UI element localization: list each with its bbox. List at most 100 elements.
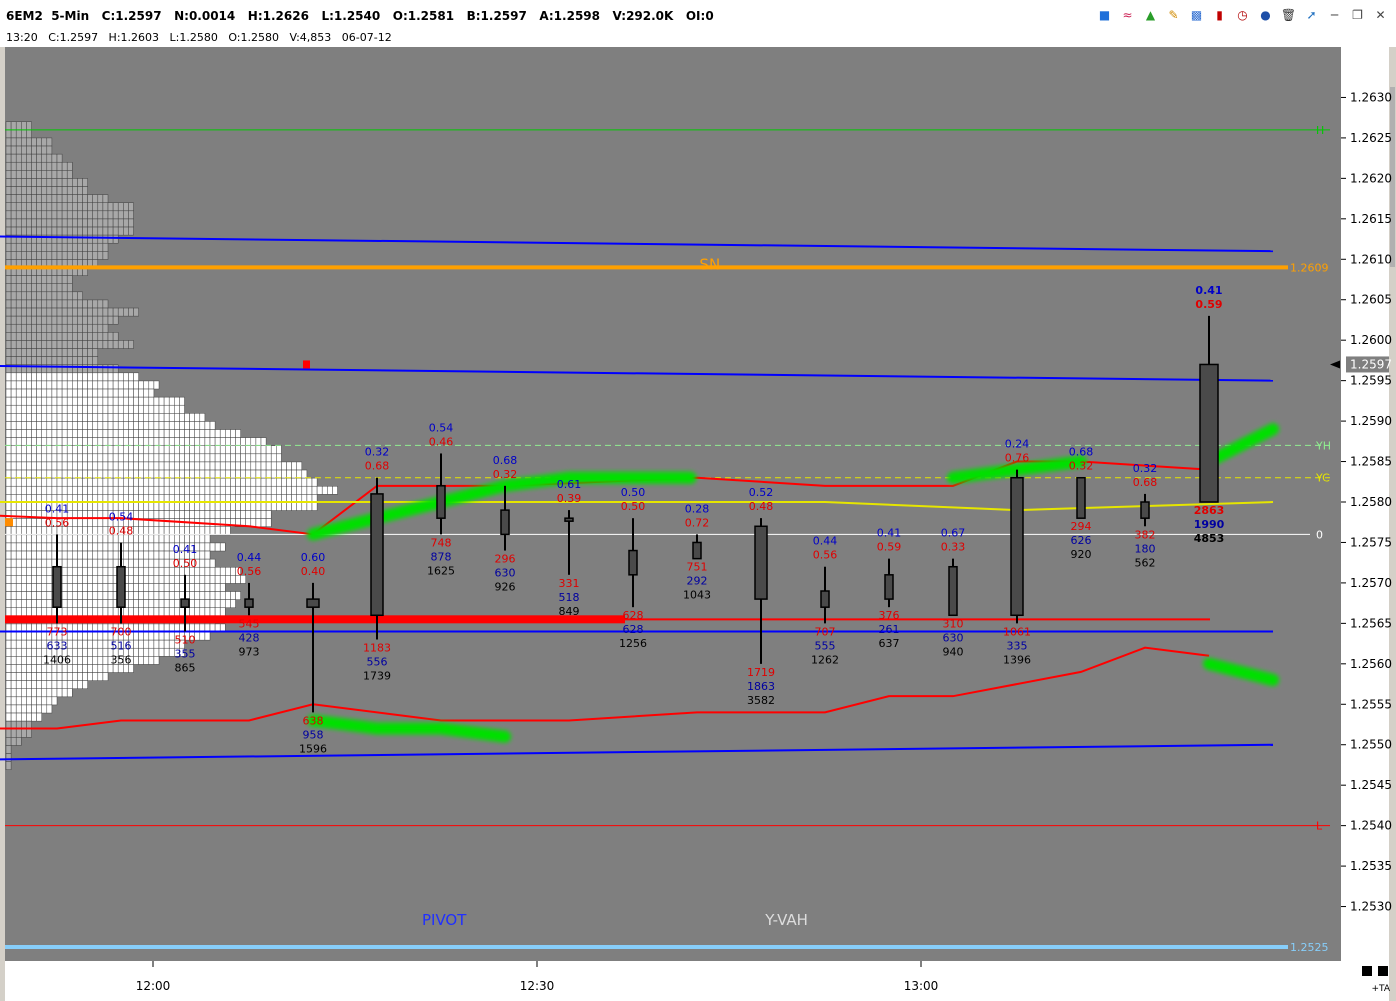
profile-cell [128,421,134,430]
profile-cell [5,161,12,171]
ta-label[interactable]: +TA [1372,984,1391,994]
profile-cell [214,607,221,617]
price-tick-label: 1.2535 [1350,859,1392,873]
profile-cell [56,485,63,495]
profile-cell [143,421,150,430]
profile-cell [82,672,88,681]
reference-line-label: 0 [1316,528,1323,541]
tree-icon[interactable]: ▲ [1141,7,1160,24]
profile-cell [26,502,32,511]
profile-cell [41,332,48,341]
profile-cell [87,299,93,309]
profile-cell [15,656,22,665]
profile-cell [21,647,27,657]
profile-cell [112,404,119,414]
profile-cell [128,404,134,414]
circle-icon[interactable]: ● [1256,7,1275,24]
profile-cell [102,607,109,617]
clock-icon[interactable]: ◷ [1233,7,1252,24]
profile-cell [5,242,12,252]
profile-cell [51,413,58,422]
cube-icon[interactable]: ■ [1095,7,1114,24]
profile-cell [179,477,185,487]
profile-cell [5,251,12,260]
profile-cell [225,526,231,536]
profile-cell [148,534,155,544]
profile-cell [41,453,48,463]
trash-icon[interactable]: 🗑 [1279,7,1298,24]
profile-cell [102,323,109,333]
profile-cell [184,445,190,455]
minimize-icon[interactable]: ─ [1325,7,1344,24]
profile-cell [92,340,99,349]
rainbow-icon[interactable]: ≈ [1118,7,1137,24]
profile-cell [281,469,287,479]
profile-cell [184,413,190,422]
corner-square-left[interactable] [1362,966,1372,976]
profile-cell [10,129,17,139]
profile-cell [15,194,22,203]
profile-cell [174,396,180,406]
profile-cell [82,364,88,374]
profile-cell [87,656,93,665]
profile-cell [128,583,134,592]
profile-cell [265,445,272,455]
bars-icon[interactable]: ▩ [1187,7,1206,24]
profile-cell [87,502,93,511]
profile-cell [143,396,150,406]
profile-cell [209,518,216,527]
profile-cell [107,202,114,212]
profile-cell [77,526,83,536]
profile-cell [10,656,17,665]
profile-cell [5,145,12,155]
profile-cell [31,404,37,414]
profile-cell [36,502,42,511]
profile-cell [87,575,93,584]
profile-cell [15,283,22,293]
restore-icon[interactable]: ❐ [1348,7,1367,24]
profile-cell [179,583,185,592]
profile-cell [15,631,22,641]
profile-cell [168,591,175,600]
profile-cell [123,485,129,495]
close-icon[interactable]: ✕ [1371,7,1390,24]
profile-cell [102,485,109,495]
profile-cell [82,332,88,341]
corner-square-right[interactable] [1378,966,1388,976]
profile-poc-marker [303,360,310,369]
profile-cell [214,583,221,592]
profile-cell [163,599,170,608]
price-tick-label: 1.2560 [1350,657,1392,671]
profile-cell [31,421,37,430]
profile-cell [143,591,150,600]
profile-cell [51,299,58,309]
pencil-icon[interactable]: ✎ [1164,7,1183,24]
profile-cell [189,445,195,455]
candle-icon[interactable]: ▮ [1210,7,1229,24]
profile-cell [138,575,144,584]
profile-cell [15,348,22,357]
profile-cell [225,429,231,438]
profile-cell [77,575,83,584]
price-chart[interactable]: 12:00 12:30 13:001.26301.26251.26201.26151… [0,47,1396,1001]
profile-cell [204,550,211,560]
profile-cell [21,421,27,430]
profile-cell [225,461,231,471]
profile-cell [77,380,83,390]
profile-cell [153,445,160,455]
pin-icon[interactable]: ➚ [1302,7,1321,24]
candle-total-volume: 1625 [427,564,455,577]
profile-cell [112,315,119,325]
profile-cell [214,526,221,536]
profile-cell [26,315,32,325]
profile-cell [82,315,88,325]
profile-cell [112,461,119,471]
profile-cell [66,485,73,495]
profile-cell [61,599,68,608]
profile-cell [61,380,68,390]
price-tick-label: 1.2610 [1350,252,1392,266]
profile-cell [15,218,22,228]
candle-down-ratio: 0.72 [685,516,710,529]
profile-cell [143,583,150,592]
profile-cell [97,631,104,641]
